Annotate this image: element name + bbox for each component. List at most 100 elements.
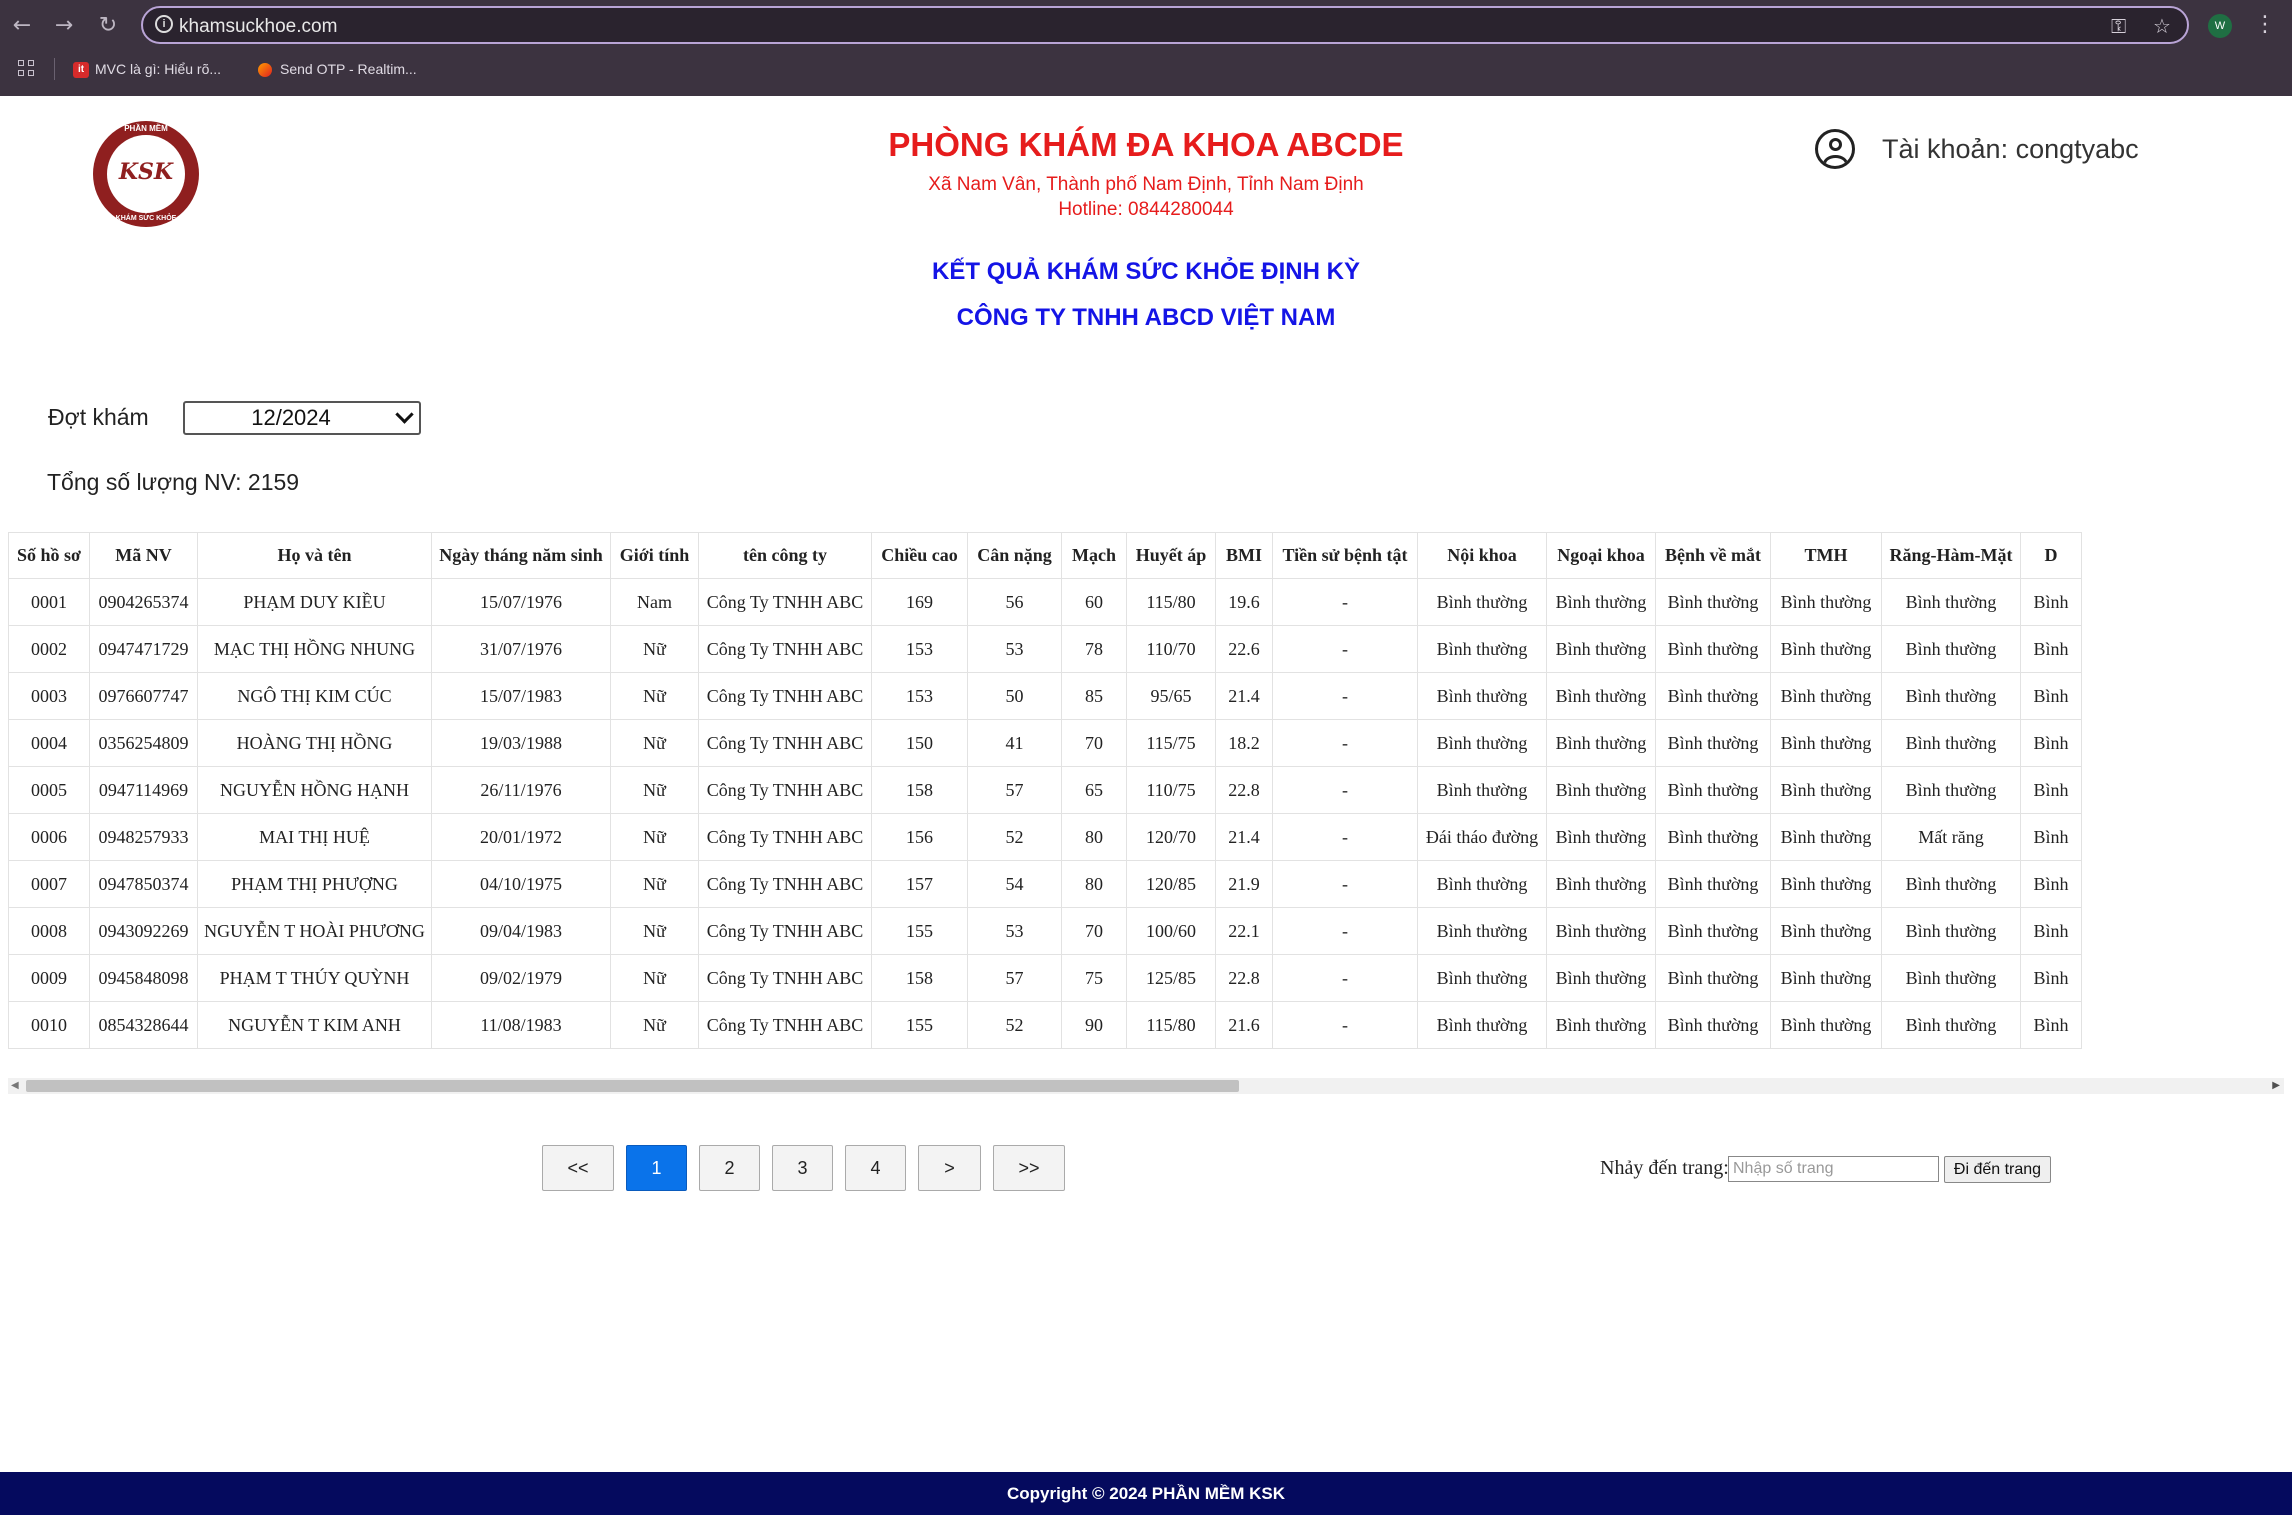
table-cell: NGÔ THỊ KIM CÚC [197,672,432,720]
table-cell: 80 [1061,860,1127,908]
table-cell: - [1272,766,1418,814]
column-header: Bệnh về mắt [1655,532,1771,579]
table-cell: Bình thường [1881,860,2021,908]
table-cell: 21.4 [1215,813,1273,861]
table-cell: Bình thường [1770,1001,1882,1049]
table-cell: 0943092269 [89,907,198,955]
table-cell: Bình thường [1546,766,1656,814]
table-cell: 70 [1061,907,1127,955]
table-cell: Bình thường [1546,719,1656,767]
scroll-left-arrow-icon[interactable]: ◀ [11,1080,19,1091]
scroll-right-arrow-icon[interactable]: ▶ [2272,1080,2280,1091]
table-cell: 57 [967,766,1062,814]
table-cell: HOÀNG THỊ HỒNG [197,719,432,767]
table-cell: 0007 [8,860,90,908]
table-cell: 75 [1061,954,1127,1002]
table-cell: Bình thường [1881,625,2021,673]
table-cell: - [1272,1001,1418,1049]
table-cell: Bình thường [1546,907,1656,955]
table-cell: Bình thường [1881,954,2021,1002]
column-header: Mạch [1061,532,1127,579]
site-info-icon[interactable]: i [155,15,173,33]
table-cell: Bình thường [1417,578,1547,626]
table-cell: PHẠM DUY KIỀU [197,578,432,626]
column-header: Mã NV [89,532,198,579]
table-cell: Bình thường [1770,907,1882,955]
back-arrow-icon[interactable]: ← [10,14,34,38]
forward-arrow-icon[interactable]: → [52,14,76,38]
last-page-button[interactable]: >> [993,1145,1065,1191]
table-cell: 18.2 [1215,719,1273,767]
table-cell: - [1272,578,1418,626]
table-cell: 41 [967,719,1062,767]
table-cell: 115/80 [1126,1001,1216,1049]
table-cell: 0005 [8,766,90,814]
first-page-button[interactable]: << [542,1145,614,1191]
table-cell: Bình thường [1655,625,1771,673]
table-row: 0004 0356254809 HOÀNG THỊ HỒNG 19/03/1988 Nữ… [8,719,2082,767]
table-cell: Bình thường [1655,954,1771,1002]
page-button-3[interactable]: 3 [772,1145,833,1191]
bookmark-star-icon[interactable]: ☆ [2153,14,2171,38]
table-cell: Bình thường [1546,860,1656,908]
jump-page-input[interactable]: Nhập số trang [1728,1156,1939,1182]
table-cell: Bình thường [1881,1001,2021,1049]
scroll-thumb[interactable] [26,1080,1239,1092]
address-bar[interactable]: i khamsuckhoe.com ⚿ ☆ [141,6,2189,44]
jump-page-button[interactable]: Đi đến trang [1944,1156,2051,1183]
table-cell: Mất răng [1881,813,2021,861]
next-page-button[interactable]: > [918,1145,981,1191]
horizontal-scrollbar[interactable]: ◀ ▶ [8,1078,2284,1094]
url-text: khamsuckhoe.com [179,16,338,37]
chevron-down-icon [395,405,414,424]
table-cell: Nữ [610,954,699,1002]
table-cell: 0002 [8,625,90,673]
table-row: 0008 0943092269 NGUYỄN T HOÀI PHƯƠNG 09/04/… [8,907,2082,955]
table-cell: 100/60 [1126,907,1216,955]
table-cell: 110/70 [1126,625,1216,673]
table-cell: 95/65 [1126,672,1216,720]
table-cell: 54 [967,860,1062,908]
table-cell: 0976607747 [89,672,198,720]
table-cell: Bình [2020,719,2082,767]
table-cell: 21.4 [1215,672,1273,720]
password-key-icon[interactable]: ⚿ [2111,14,2126,38]
table-cell: 153 [871,625,968,673]
table-cell: 0904265374 [89,578,198,626]
reload-icon[interactable]: ↻ [96,14,120,38]
table-cell: Nữ [610,625,699,673]
table-cell: 0947850374 [89,860,198,908]
table-cell: Bình thường [1655,578,1771,626]
table-cell: Bình thường [1770,813,1882,861]
period-select[interactable]: 12/2024 [183,401,421,435]
table-cell: Nữ [610,907,699,955]
table-cell: 20/01/1972 [431,813,611,861]
more-menu-icon[interactable]: ⋮ [2254,12,2276,37]
column-header: TMH [1770,532,1882,579]
table-cell: 0004 [8,719,90,767]
table-cell: Bình thường [1655,860,1771,908]
table-cell: 52 [967,1001,1062,1049]
bookmark-mvc[interactable]: it MVC là gì: Hiểu rõ... [73,58,221,80]
table-cell: 53 [967,625,1062,673]
table-row: 0001 0904265374 PHẠM DUY KIỀU 15/07/1976 Nam… [8,578,2082,626]
profile-avatar[interactable]: W [2208,14,2232,38]
results-table: Số hồ sơ Mã NV Họ và tên Ngày tháng năm sin… [8,532,2082,1049]
table-cell: Nữ [610,766,699,814]
table-cell: Bình thường [1417,766,1547,814]
bookmark-send-otp[interactable]: Send OTP - Realtim... [258,58,417,80]
clinic-address: Xã Nam Vân, Thành phố Nam Định, Tỉnh Nam… [928,174,1364,195]
table-cell: Bình [2020,766,2082,814]
table-row: 0005 0947114969 NGUYỄN HỒNG HẠNH 26/11/1976… [8,766,2082,814]
table-cell: Bình thường [1770,672,1882,720]
table-cell: 125/85 [1126,954,1216,1002]
apps-grid-icon[interactable] [18,60,36,78]
page-button-1[interactable]: 1 [626,1145,687,1191]
user-circle-icon[interactable] [1815,129,1855,169]
table-header-row: Số hồ sơ Mã NV Họ và tên Ngày tháng năm sin… [8,532,2082,579]
table-cell: Công Ty TNHH ABC [698,578,872,626]
page-button-4[interactable]: 4 [845,1145,906,1191]
table-cell: Bình thường [1417,672,1547,720]
page-button-2[interactable]: 2 [699,1145,760,1191]
table-cell: 115/75 [1126,719,1216,767]
